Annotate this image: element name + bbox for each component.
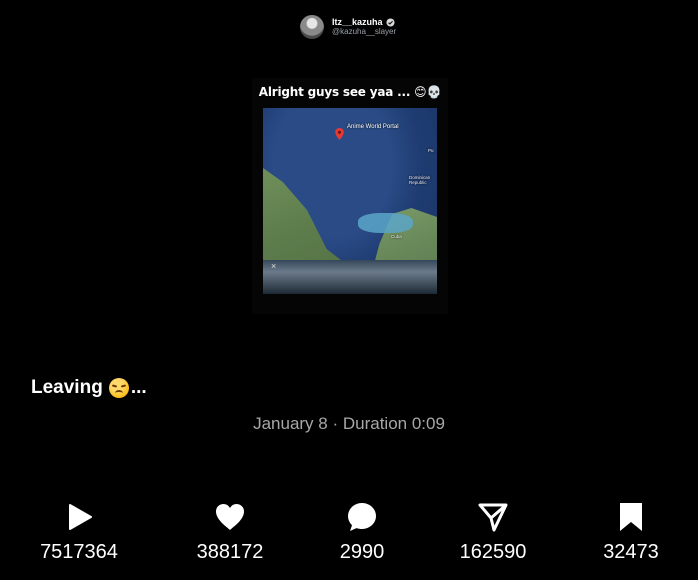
shares-count: 162590 <box>459 541 527 563</box>
bookmark-icon[interactable] <box>614 500 648 534</box>
post-body-trailer: ... <box>130 377 147 398</box>
post-meta: January 8 · Duration 0:09 <box>253 414 445 433</box>
close-icon[interactable]: × <box>271 261 276 271</box>
disappointed-face-emoji-icon <box>108 378 129 398</box>
map-label-cuba: Cuba <box>391 234 402 239</box>
author-handle[interactable]: @kazuha__slayer <box>332 27 396 36</box>
heart-icon[interactable] <box>213 500 247 534</box>
stat-comments[interactable]: 2990 <box>302 500 422 564</box>
map-shallow-water <box>358 213 413 233</box>
plays-count: 7517364 <box>40 541 118 563</box>
stat-shares[interactable]: 162590 <box>433 500 553 564</box>
bookmarks-count: 32473 <box>603 541 659 563</box>
map-bottom-strip <box>263 260 437 294</box>
verified-badge-icon <box>385 18 395 27</box>
post-author-header[interactable]: Itz__kazuha @kazuha__slayer <box>300 12 460 42</box>
avatar[interactable] <box>300 15 324 39</box>
map-pin-icon <box>335 128 344 140</box>
map-pin-label: Anime World Portal <box>347 124 399 130</box>
comment-icon[interactable] <box>345 500 379 534</box>
post-media[interactable]: Alright guys see yaa ... 😊💀 Anime World … <box>252 78 448 314</box>
post-body-word: Leaving <box>31 377 103 398</box>
map-image: Anime World Portal Pu Dominican Republic… <box>263 108 437 294</box>
author-names: Itz__kazuha @kazuha__slayer <box>332 17 396 36</box>
play-icon[interactable] <box>62 500 96 534</box>
map-label-puerto: Pu <box>428 148 434 153</box>
likes-count: 388172 <box>196 541 264 563</box>
media-caption: Alright guys see yaa ... 😊💀 <box>258 85 442 99</box>
engagement-stats-bar: 7517364 388172 2990 162590 32473 <box>0 500 698 580</box>
stat-plays[interactable]: 7517364 <box>19 500 139 564</box>
comments-count: 2990 <box>339 541 385 563</box>
share-icon[interactable] <box>476 500 510 534</box>
stat-likes[interactable]: 388172 <box>170 500 290 564</box>
stat-bookmarks[interactable]: 32473 <box>571 500 691 564</box>
map-label-dominican: Dominican Republic <box>409 175 431 185</box>
post-body-text: Leaving ... <box>31 377 147 399</box>
